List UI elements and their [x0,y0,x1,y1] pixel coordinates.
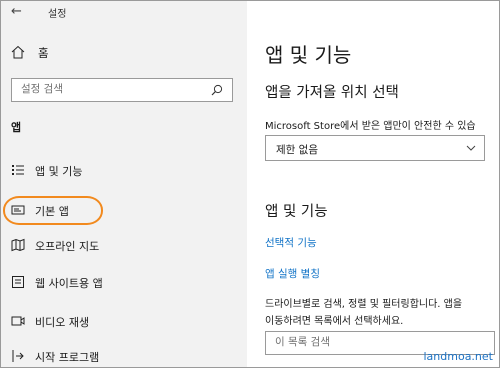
settings-window: ← 설정 홈 앱 앱 및 기능 [0,0,500,368]
sidebar-item-label: 웹 사이트용 앱 [35,277,103,290]
settings-search-box[interactable] [11,78,233,102]
install-location-heading: 앱을 가져올 위치 선택 [265,85,399,101]
dropdown-selected-value: 제한 없음 [276,144,318,156]
sidebar-item-offline-maps[interactable]: 오프라인 지도 [1,233,247,259]
optional-features-link[interactable]: 선택적 기능 [265,235,317,250]
sidebar-item-label: 시작 프로그램 [35,351,100,364]
apps-features-heading: 앱 및 기능 [265,204,328,220]
window-title: 설정 [48,9,67,20]
app-list-search-input[interactable] [275,336,425,348]
chevron-down-icon [466,145,476,151]
title-bar: ← 설정 [1,1,247,27]
page-title: 앱 및 기능 [265,43,352,67]
home-label: 홈 [38,46,49,60]
video-icon [11,316,25,326]
sidebar-item-startup[interactable]: 시작 프로그램 [1,344,247,367]
sidebar-item-label: 오프라인 지도 [35,240,100,253]
sidebar-item-label: 앱 및 기능 [35,165,83,178]
sidebar-item-websites-apps[interactable]: 웹 사이트용 앱 [1,270,247,296]
install-location-description: Microsoft Store에서 받은 앱만이 안전한 수 있습 [265,121,476,132]
back-button[interactable]: ← [11,3,29,21]
apps-list-icon [12,165,24,175]
home-nav-item[interactable]: 홈 [11,43,231,63]
watermark: landmoa.net [423,350,494,363]
sidebar-item-apps-features[interactable]: 앱 및 기능 [1,158,247,184]
search-description-line1: 드라이브별로 검색, 정렬 및 필터링합니다. 앱을 [265,299,463,310]
section-title: 앱 [11,121,22,134]
web-apps-icon [12,276,24,288]
search-icon[interactable] [211,84,223,96]
install-location-dropdown[interactable]: 제한 없음 [265,135,485,161]
app-execution-aliases-link[interactable]: 앱 실행 별칭 [265,266,320,281]
home-icon [11,45,25,59]
settings-search-input[interactable] [21,83,201,95]
sidebar-item-video-playback[interactable]: 비디오 재생 [1,309,247,335]
main-content: 앱 및 기능 앱을 가져올 위치 선택 Microsoft Store에서 받은… [247,1,499,367]
sidebar-item-label: 비디오 재생 [35,316,90,329]
offline-maps-icon [11,238,25,252]
startup-icon [12,350,24,362]
sidebar: ← 설정 홈 앱 앱 및 기능 [1,1,247,367]
search-description-line2: 이동하려면 목록에서 선택하세요. [265,316,404,327]
highlight-circle [3,196,103,225]
